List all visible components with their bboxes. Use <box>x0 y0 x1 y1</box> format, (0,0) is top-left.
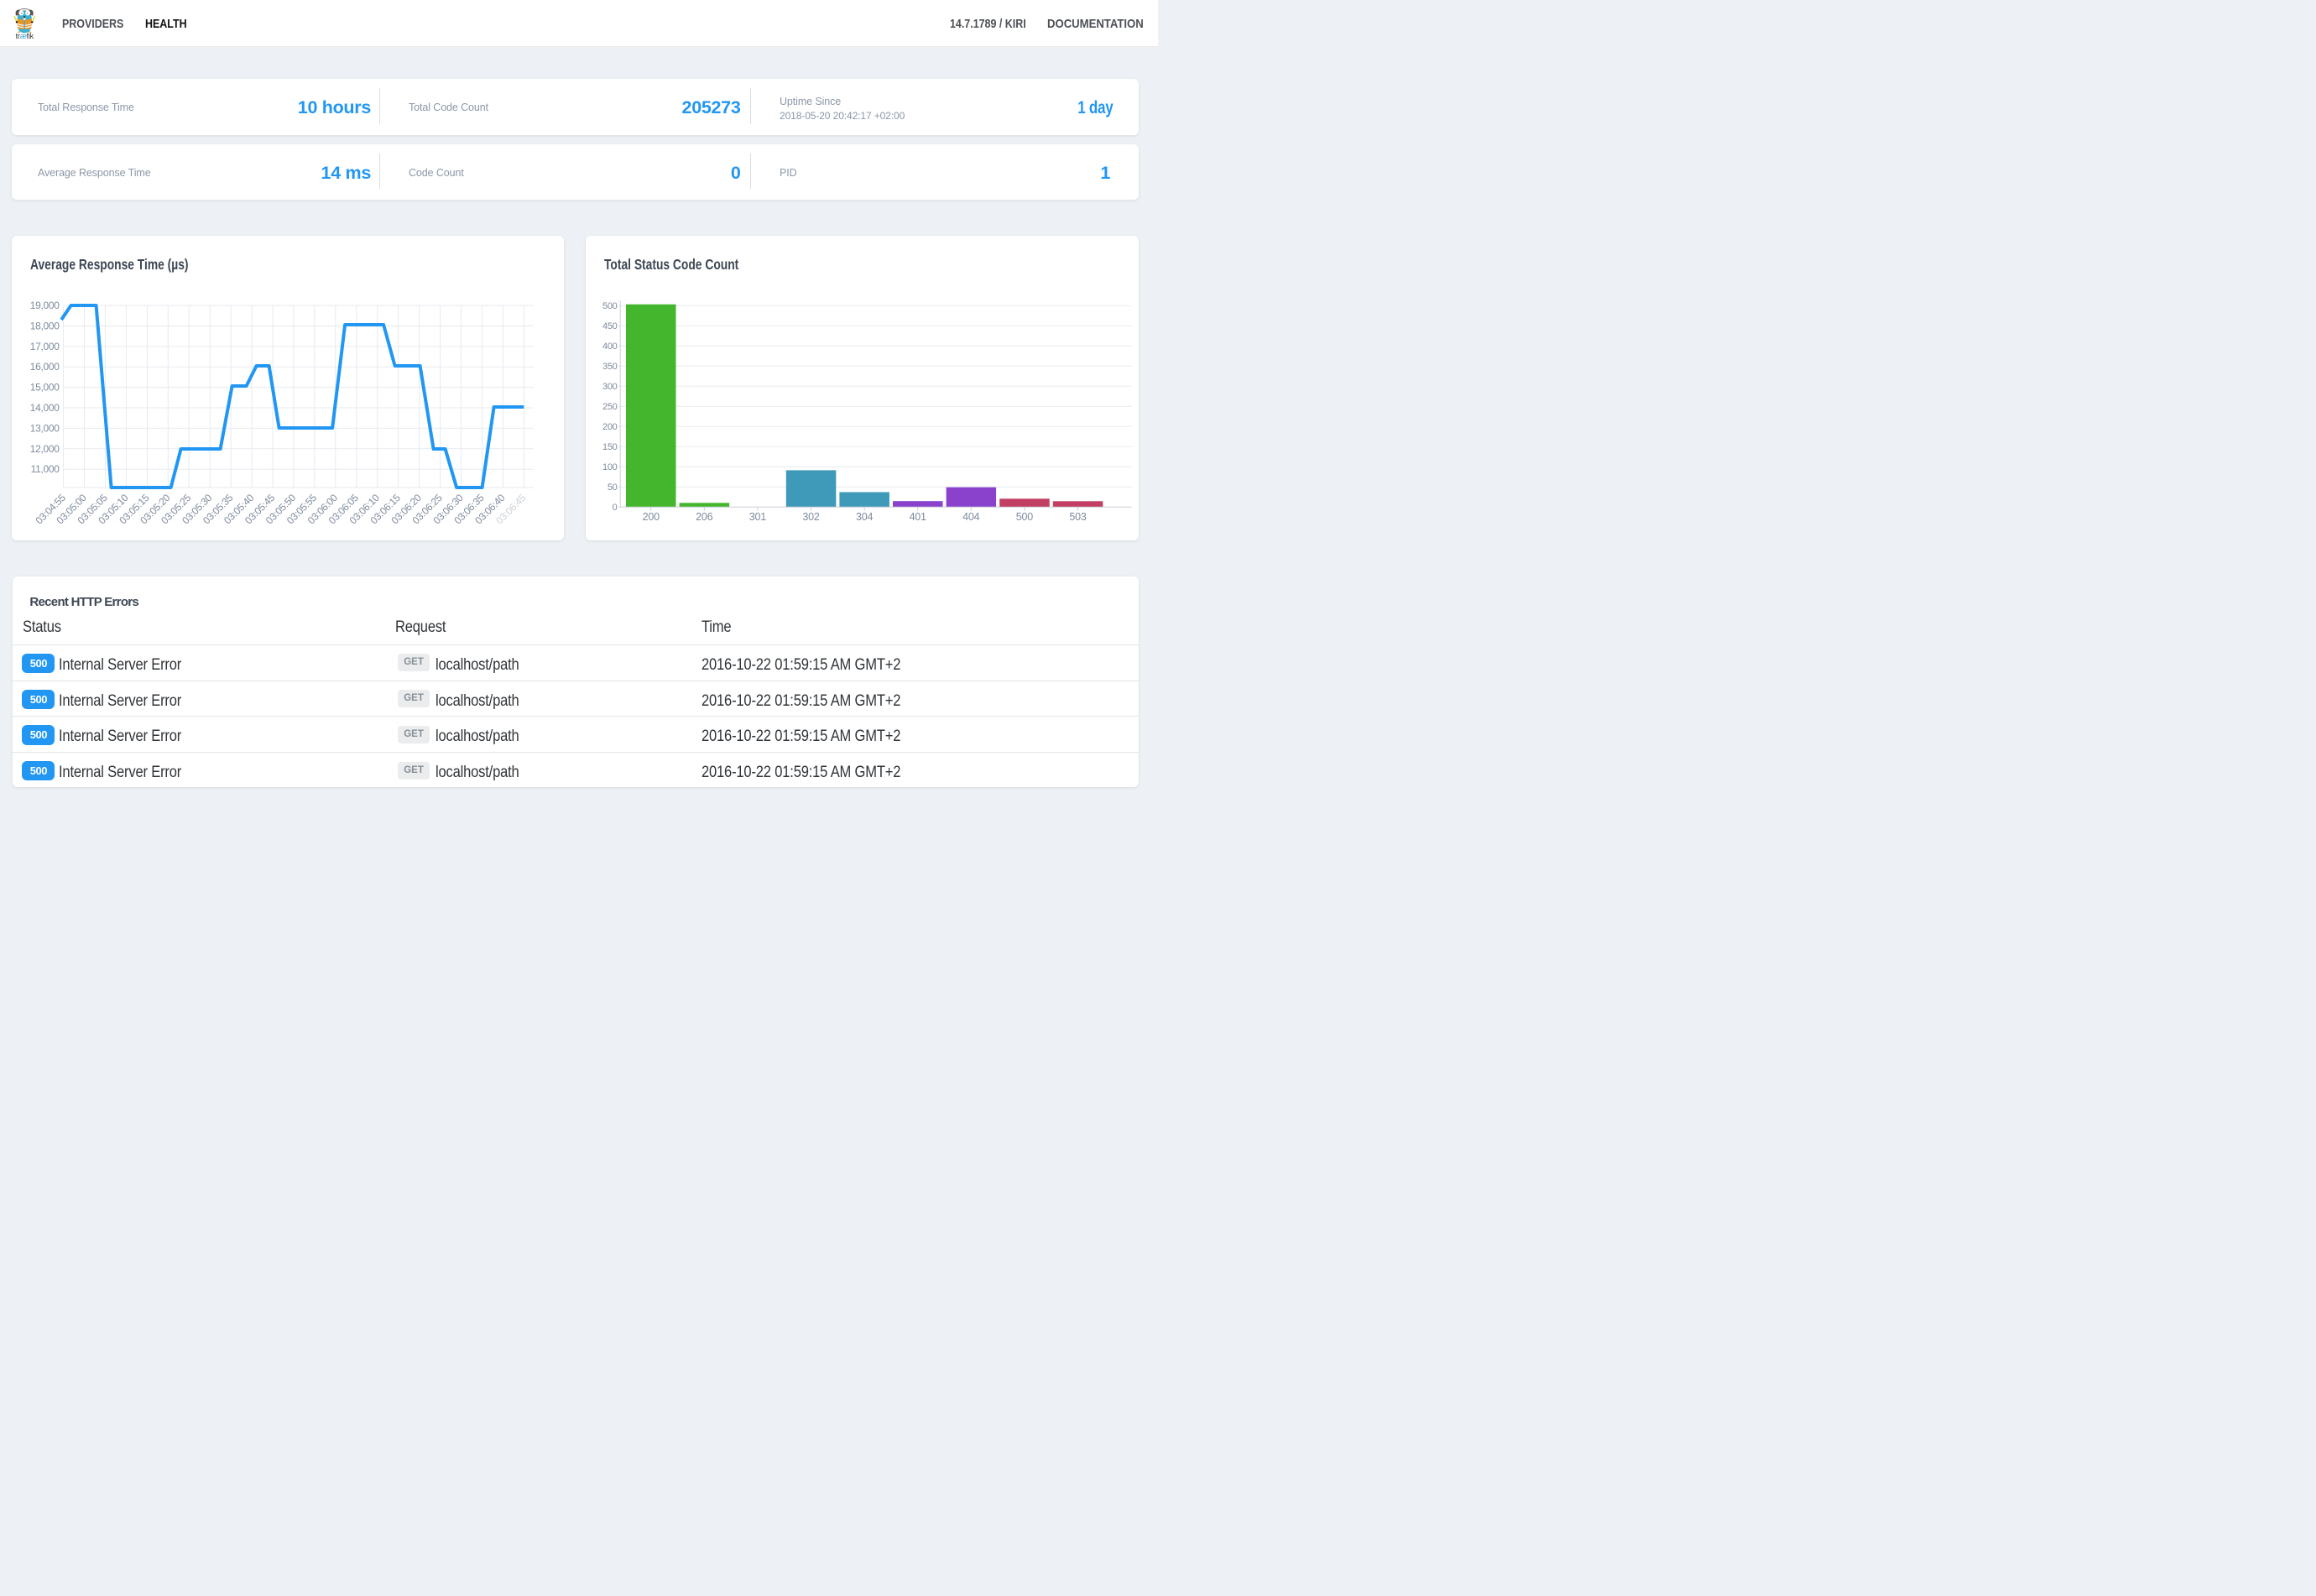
svg-text:15,000: 15,000 <box>30 382 60 394</box>
svg-text:200: 200 <box>602 422 618 432</box>
svg-text:250: 250 <box>602 402 618 412</box>
svg-text:301: 301 <box>749 511 766 523</box>
svg-text:200: 200 <box>643 511 660 523</box>
svg-text:302: 302 <box>802 511 819 523</box>
svg-text:17,000: 17,000 <box>30 341 60 352</box>
svg-text:450: 450 <box>602 321 618 331</box>
svg-text:12,000: 12,000 <box>30 443 60 455</box>
svg-text:18,000: 18,000 <box>30 320 60 331</box>
svg-text:50: 50 <box>608 482 618 493</box>
svg-text:300: 300 <box>602 382 618 392</box>
svg-text:500: 500 <box>602 301 618 311</box>
svg-text:350: 350 <box>602 362 618 372</box>
svg-text:0: 0 <box>613 503 618 513</box>
svg-text:11,000: 11,000 <box>31 463 60 475</box>
svg-text:13,000: 13,000 <box>30 422 60 434</box>
svg-text:400: 400 <box>602 342 618 352</box>
svg-text:206: 206 <box>696 511 712 523</box>
svg-text:404: 404 <box>962 511 979 523</box>
svg-text:150: 150 <box>602 442 618 452</box>
svg-text:19,000: 19,000 <box>30 300 60 311</box>
svg-text:500: 500 <box>1016 511 1033 523</box>
svg-text:16,000: 16,000 <box>30 361 60 373</box>
svg-text:401: 401 <box>910 511 926 523</box>
svg-text:304: 304 <box>856 511 873 523</box>
svg-text:14,000: 14,000 <box>30 402 60 414</box>
svg-text:100: 100 <box>602 462 618 472</box>
svg-text:503: 503 <box>1069 511 1086 523</box>
